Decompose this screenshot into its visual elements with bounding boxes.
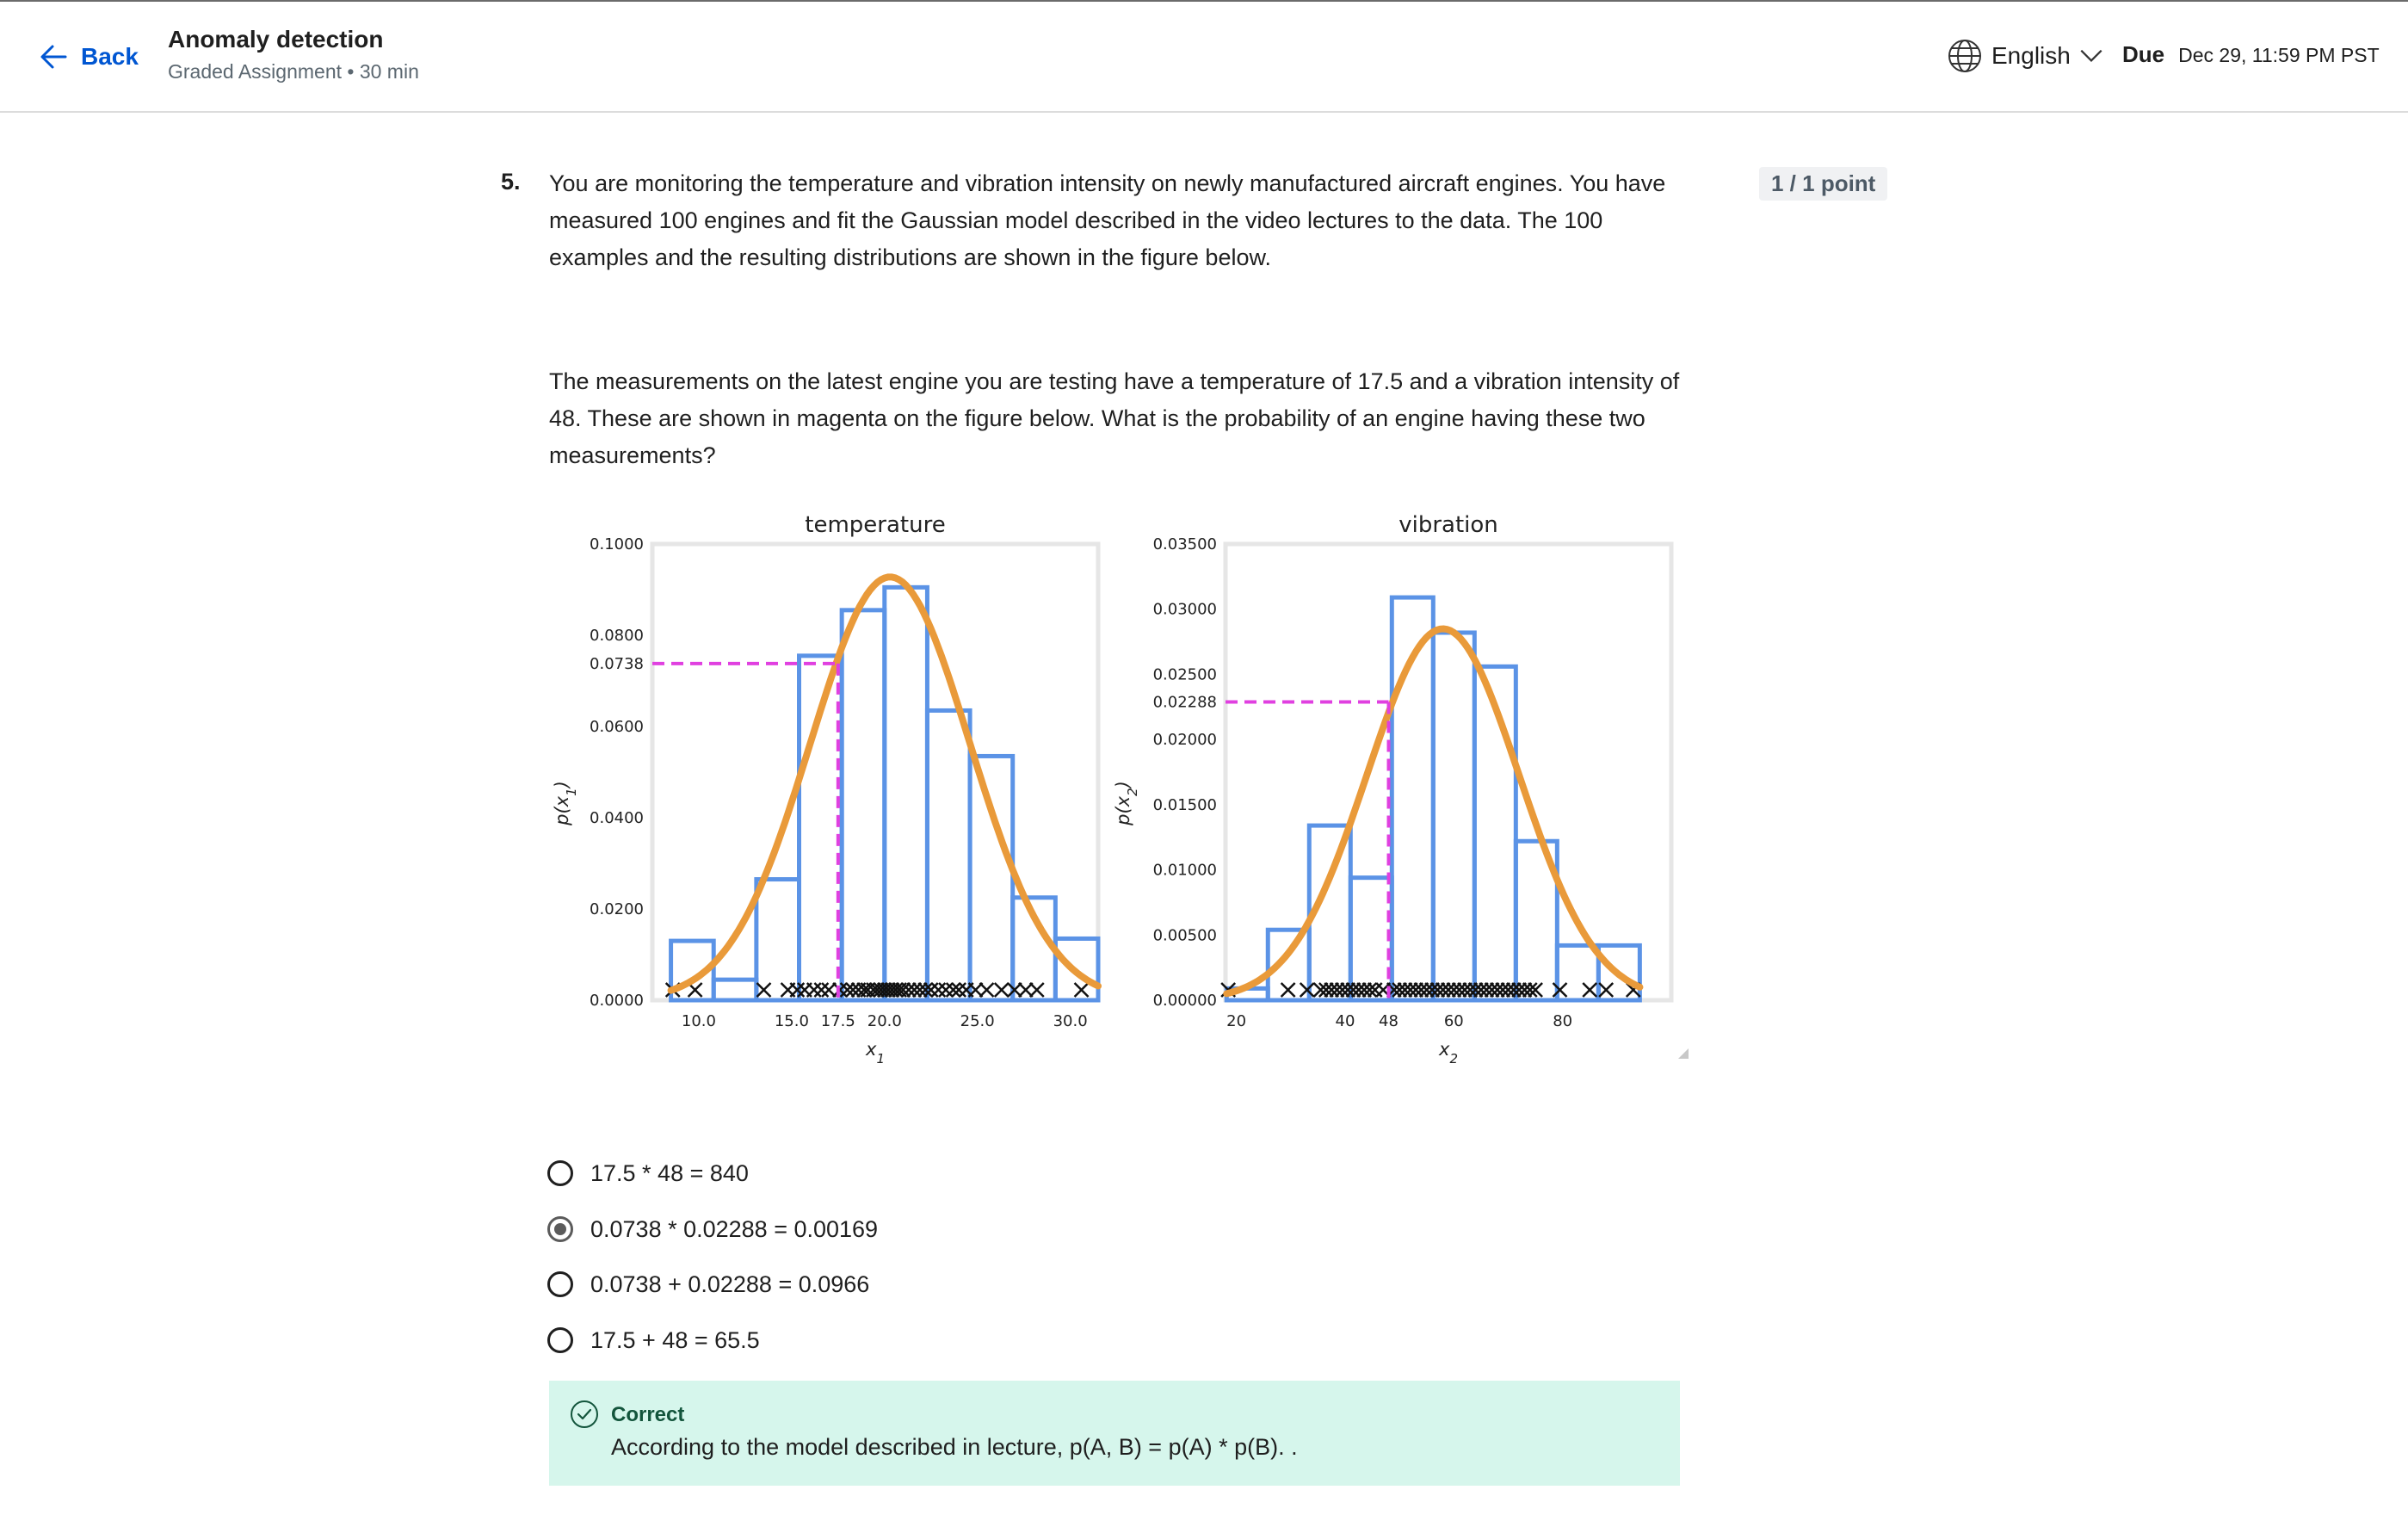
- x-axis-label: x1: [865, 1039, 885, 1066]
- answer-option-2[interactable]: 0.0738 * 0.02288 = 0.00169: [547, 1212, 878, 1246]
- y-tick-label: 0.1000: [590, 535, 644, 553]
- radio-button-selected[interactable]: [547, 1216, 573, 1242]
- answer-option-label: 17.5 + 48 = 65.5: [590, 1326, 760, 1353]
- points-badge: 1 / 1 point: [1759, 167, 1888, 201]
- language-label: English: [1991, 42, 2071, 69]
- radio-button[interactable]: [547, 1160, 573, 1186]
- y-axis-label: p(x2): [1113, 781, 1140, 826]
- language-selector[interactable]: English: [1947, 38, 2103, 74]
- x-axis-label: x2: [1438, 1039, 1458, 1066]
- chart-title: temperature: [805, 512, 945, 538]
- y-tick-label: 0.01000: [1153, 862, 1217, 880]
- x-tick-label: 15.0: [775, 1012, 809, 1030]
- resize-handle-icon: [1678, 1048, 1689, 1059]
- x-tick-label: 48: [1379, 1012, 1398, 1030]
- arrow-left-icon: [40, 45, 67, 69]
- y-tick-label: 0.02500: [1153, 665, 1217, 683]
- question-figure: temperature 0.0000 0.0200 0.0400 0.0600 0.073…: [552, 512, 1689, 1066]
- answer-option-label: 17.5 * 48 = 840: [590, 1159, 749, 1186]
- x-tick-label: 20.0: [867, 1012, 902, 1030]
- radio-button[interactable]: [547, 1271, 573, 1297]
- chart-vibration: vibration 0.00000 0.00500 0.01000 0.01500 0.0…: [1153, 512, 1674, 1030]
- x-tick-label: 25.0: [960, 1012, 995, 1030]
- y-tick-label: 0.0400: [590, 809, 644, 827]
- back-button[interactable]: Back: [38, 40, 139, 74]
- answer-option-3[interactable]: 0.0738 + 0.02288 = 0.0966: [547, 1267, 869, 1301]
- y-tick-label: 0.03500: [1153, 535, 1217, 553]
- y-tick-label: 0.02000: [1153, 731, 1217, 749]
- due-date: Due Dec 29, 11:59 PM PST: [2122, 41, 2380, 68]
- chart-temperature: temperature 0.0000 0.0200 0.0400 0.0600 0.073…: [590, 512, 1102, 1030]
- y-tick-label: 0.00500: [1153, 926, 1217, 944]
- answer-option-1[interactable]: 17.5 * 48 = 840: [547, 1156, 749, 1190]
- x-tick-label: 40: [1336, 1012, 1355, 1030]
- x-tick-label: 80: [1553, 1012, 1572, 1030]
- y-tick-label: 0.0800: [590, 627, 644, 645]
- y-axis-label: p(x1): [552, 781, 579, 826]
- x-tick-label: 17.5: [821, 1012, 855, 1030]
- top-bar: Back Anomaly detection Graded Assignment…: [0, 2, 2408, 113]
- assignment-title: Anomaly detection: [168, 26, 384, 53]
- feedback-panel: Correct According to the model described…: [549, 1381, 1680, 1486]
- answer-option-label: 0.0738 + 0.02288 = 0.0966: [590, 1270, 870, 1297]
- question-number: 5.: [501, 169, 521, 195]
- back-label: Back: [81, 43, 139, 70]
- due-value: Dec 29, 11:59 PM PST: [2178, 44, 2380, 66]
- feedback-text: According to the model described in lect…: [611, 1434, 1298, 1460]
- question-paragraph-2: The measurements on the latest engine yo…: [549, 368, 1680, 468]
- y-tick-label: 0.03000: [1153, 601, 1217, 619]
- y-tick-label: 0.0738: [590, 655, 644, 673]
- plot-frame: [650, 541, 1101, 1003]
- x-tick-label: 30.0: [1053, 1012, 1088, 1030]
- assignment-subtitle: Graded Assignment • 30 min: [168, 60, 419, 83]
- check-circle-icon: [571, 1400, 598, 1428]
- y-tick-label: 0.00000: [1153, 992, 1217, 1010]
- feedback-title: Correct: [611, 1403, 685, 1426]
- x-tick-label: 10.0: [682, 1012, 716, 1030]
- answer-option-4[interactable]: 17.5 + 48 = 65.5: [547, 1323, 760, 1357]
- x-tick-label: 60: [1444, 1012, 1464, 1030]
- y-tick-label: 0.02288: [1153, 694, 1217, 712]
- x-tick-label: 20: [1226, 1012, 1246, 1030]
- answer-option-label: 0.0738 * 0.02288 = 0.00169: [590, 1215, 879, 1242]
- question-paragraph-1: You are monitoring the temperature and v…: [549, 170, 1666, 270]
- y-tick-label: 0.01500: [1153, 796, 1217, 814]
- y-tick-label: 0.0600: [590, 718, 644, 736]
- radio-button[interactable]: [547, 1327, 573, 1353]
- chevron-down-icon: [2080, 49, 2102, 62]
- globe-icon: [1948, 40, 1981, 72]
- due-label: Due: [2122, 41, 2165, 67]
- y-tick-label: 0.0000: [590, 992, 644, 1010]
- chart-title: vibration: [1398, 512, 1498, 538]
- y-tick-label: 0.0200: [590, 900, 644, 918]
